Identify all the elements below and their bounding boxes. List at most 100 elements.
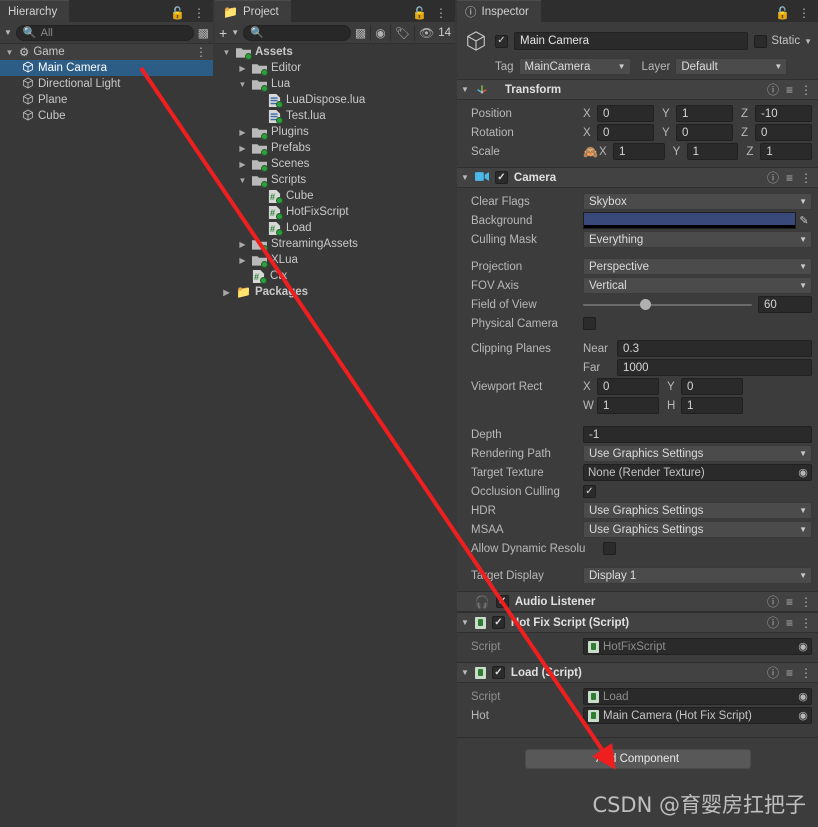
viewport-h-field[interactable]: 1	[681, 397, 743, 414]
gameobject-enabled-checkbox[interactable]: ✓	[495, 34, 508, 48]
camera-menu-icon[interactable]: ⋮	[800, 171, 812, 185]
project-item-test-lua[interactable]: ▶ ☰Test.lua	[215, 108, 455, 124]
inspector-menu-icon[interactable]: ⋮	[798, 6, 810, 20]
project-item-luadispose-lua[interactable]: ▶ ☰LuaDispose.lua	[215, 92, 455, 108]
rotation-x-field[interactable]: 0	[597, 124, 654, 141]
tab-project[interactable]: 📁 Project	[215, 0, 291, 22]
tab-inspector[interactable]: ⓘ Inspector	[457, 0, 541, 22]
preset-icon[interactable]: ≡	[786, 667, 793, 679]
help-icon[interactable]: ⓘ	[767, 617, 779, 629]
hotfix-script-enabled-checkbox[interactable]: ✓	[491, 616, 505, 629]
hdr-dropdown[interactable]: Use Graphics Settings ▼	[583, 502, 812, 519]
hotfix-script-component-header[interactable]: ▼ ✓ Hot Fix Script (Script) ⓘ ≡ ⋮	[457, 612, 818, 633]
tab-hierarchy[interactable]: Hierarchy	[0, 0, 70, 22]
constrain-proportions-off-icon[interactable]: 🙈	[583, 145, 598, 159]
near-field[interactable]: 0.3	[617, 340, 812, 357]
chevron-down-icon[interactable]: ▼	[237, 80, 248, 89]
chevron-right-icon[interactable]: ▶	[237, 160, 248, 169]
viewport-w-field[interactable]: 1	[597, 397, 659, 414]
viewport-x-field[interactable]: 0	[597, 378, 659, 395]
allow-dynamic-resolution-checkbox[interactable]: ✓	[603, 542, 616, 555]
physical-camera-checkbox[interactable]: ✓	[583, 317, 596, 330]
project-item-assets[interactable]: ▼ Assets	[215, 44, 455, 60]
rendering-path-dropdown[interactable]: Use Graphics Settings ▼	[583, 445, 812, 462]
depth-field[interactable]: -1	[583, 426, 812, 443]
hidden-packages-icon[interactable]: 👁	[419, 27, 434, 39]
object-picker-icon[interactable]: ◉	[797, 709, 809, 722]
target-display-dropdown[interactable]: Display 1 ▼	[583, 567, 812, 584]
chevron-right-icon[interactable]: ▶	[237, 64, 248, 73]
create-dropdown-icon[interactable]: ▼	[231, 28, 239, 37]
far-field[interactable]: 1000	[617, 359, 812, 376]
chevron-right-icon[interactable]: ▶	[237, 256, 248, 265]
hotfix-script-menu-icon[interactable]: ⋮	[800, 616, 812, 630]
project-item-cube[interactable]: ▶ #Cube	[215, 188, 455, 204]
help-icon[interactable]: ⓘ	[767, 172, 779, 184]
scale-z-field[interactable]: 1	[760, 143, 813, 160]
slider-knob[interactable]	[640, 299, 652, 310]
project-item-xlua[interactable]: ▶ XLua	[215, 252, 455, 268]
tag-dropdown[interactable]: MainCamera ▼	[518, 58, 631, 75]
hierarchy-item-cube[interactable]: Cube	[0, 108, 213, 124]
chevron-right-icon[interactable]: ▶	[237, 128, 248, 137]
lock-icon[interactable]: 🔓	[412, 7, 427, 19]
preset-icon[interactable]: ≡	[786, 617, 793, 629]
scale-x-field[interactable]: 1	[613, 143, 665, 160]
hotfix-script-field[interactable]: HotFixScript ◉	[583, 638, 812, 655]
chevron-down-icon[interactable]: ▼	[804, 37, 812, 46]
plus-icon[interactable]: +	[219, 25, 227, 41]
preset-icon[interactable]: ≡	[786, 172, 793, 184]
rotation-z-field[interactable]: 0	[755, 124, 812, 141]
load-script-menu-icon[interactable]: ⋮	[800, 666, 812, 680]
hierarchy-search-input[interactable]: 🔍 All	[15, 24, 194, 41]
msaa-dropdown[interactable]: Use Graphics Settings ▼	[583, 521, 812, 538]
position-y-field[interactable]: 1	[676, 105, 733, 122]
chevron-down-icon[interactable]: ▼	[221, 48, 232, 57]
viewport-y-field[interactable]: 0	[681, 378, 743, 395]
project-search-input[interactable]: 🔍	[243, 24, 351, 41]
chevron-down-icon[interactable]: ▼	[461, 85, 469, 94]
chevron-right-icon[interactable]: ▶	[237, 144, 248, 153]
chevron-down-icon[interactable]: ▼	[4, 48, 15, 57]
project-item-editor[interactable]: ▶ Editor	[215, 60, 455, 76]
static-toggle[interactable]: ✓ Static ▼	[754, 34, 812, 48]
project-item-plugins[interactable]: ▶ Plugins	[215, 124, 455, 140]
position-z-field[interactable]: -10	[755, 105, 812, 122]
fov-axis-dropdown[interactable]: Vertical ▼	[583, 277, 812, 294]
load-script-component-header[interactable]: ▼ ✓ Load (Script) ⓘ ≡ ⋮	[457, 662, 818, 683]
type-filter-icon[interactable]: ◉	[375, 27, 385, 39]
project-item-streamingassets[interactable]: ▶ StreamingAssets	[215, 236, 455, 252]
eyedropper-icon[interactable]: ✎	[796, 214, 812, 227]
target-texture-field[interactable]: None (Render Texture) ◉	[583, 464, 812, 481]
project-item-scripts[interactable]: ▼ Scripts	[215, 172, 455, 188]
audio-listener-component-header[interactable]: ▼ 🎧 ✓ Audio Listener ⓘ ≡ ⋮	[457, 591, 818, 612]
background-color-swatch[interactable]	[583, 212, 796, 229]
help-icon[interactable]: ⓘ	[767, 596, 779, 608]
position-x-field[interactable]: 0	[597, 105, 654, 122]
load-script-field[interactable]: Load ◉	[583, 688, 812, 705]
field-of-view-slider[interactable]	[583, 296, 752, 313]
scale-y-field[interactable]: 1	[686, 143, 739, 160]
static-checkbox[interactable]: ✓	[754, 34, 768, 48]
project-item-load[interactable]: ▶ #Load	[215, 220, 455, 236]
projection-dropdown[interactable]: Perspective ▼	[583, 258, 812, 275]
chevron-right-icon[interactable]: ▶	[221, 288, 232, 297]
chevron-down-icon[interactable]: ▼	[237, 176, 248, 185]
field-of-view-field[interactable]: 60	[758, 296, 812, 313]
load-script-enabled-checkbox[interactable]: ✓	[491, 666, 505, 679]
hot-field[interactable]: Main Camera (Hot Fix Script) ◉	[583, 707, 812, 724]
audio-listener-menu-icon[interactable]: ⋮	[800, 595, 812, 609]
project-item-lua[interactable]: ▼ Lua	[215, 76, 455, 92]
layer-dropdown[interactable]: Default ▼	[675, 58, 788, 75]
lock-icon[interactable]: 🔓	[775, 7, 790, 19]
preset-icon[interactable]: ≡	[786, 84, 793, 96]
audio-listener-enabled-checkbox[interactable]: ✓	[495, 595, 509, 608]
hierarchy-item-plane[interactable]: Plane	[0, 92, 213, 108]
chevron-down-icon[interactable]: ▼	[461, 618, 469, 627]
object-picker-icon[interactable]: ◉	[797, 690, 809, 703]
chevron-down-icon[interactable]: ▼	[461, 668, 469, 677]
project-search-expand-icon[interactable]: ▩	[355, 27, 366, 39]
chevron-down-icon[interactable]: ▼	[461, 173, 469, 182]
help-icon[interactable]: ⓘ	[767, 84, 779, 96]
hierarchy-item-main-camera[interactable]: Main Camera	[0, 60, 213, 76]
